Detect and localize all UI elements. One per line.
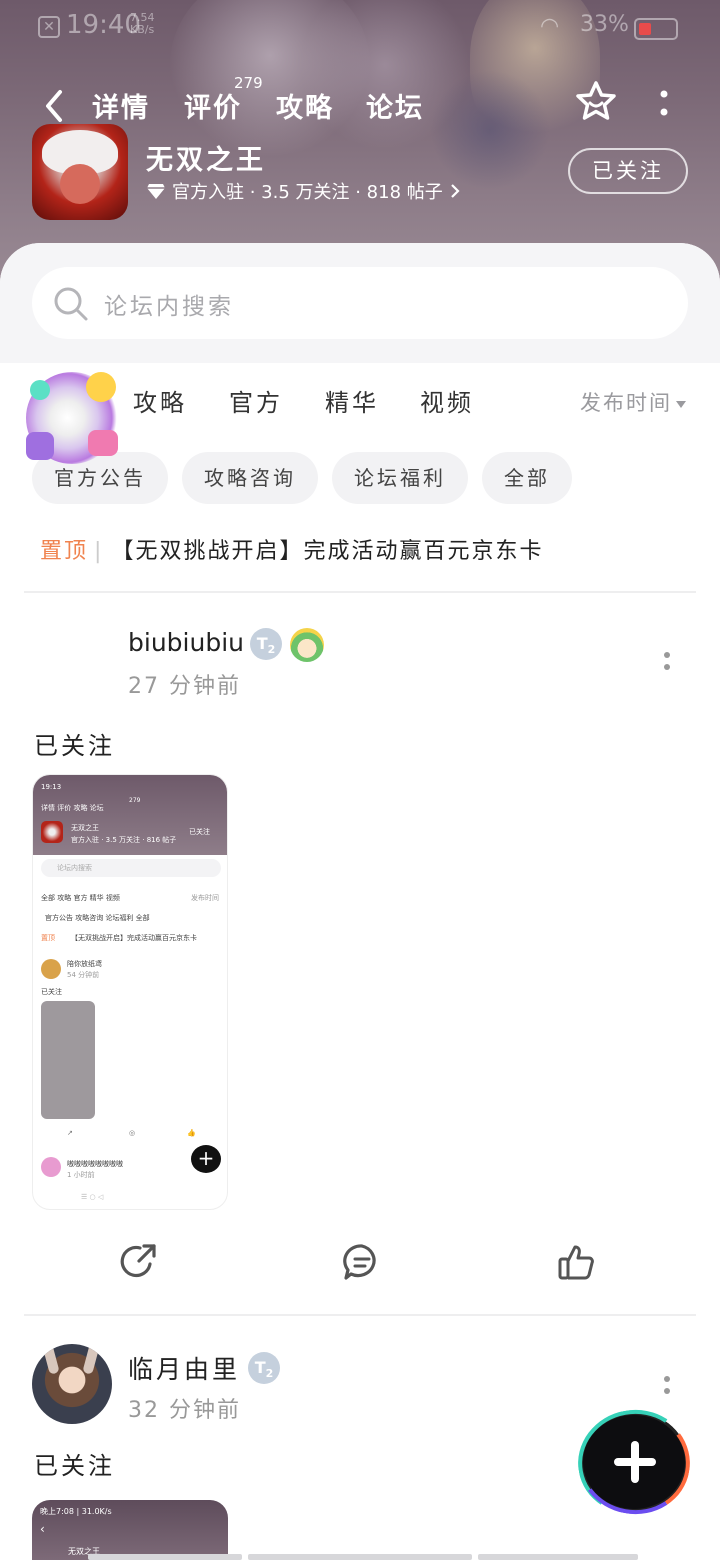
back-icon[interactable] bbox=[40, 88, 70, 124]
status-bar: ✕ 19:40 7.54 KB/s ◠ 33% bbox=[0, 0, 720, 56]
post-text: 已关注 bbox=[34, 1452, 115, 1480]
pinned-separator: | bbox=[94, 539, 104, 564]
filter-official[interactable]: 官方 bbox=[229, 383, 283, 418]
chip-all[interactable]: 全部 bbox=[482, 452, 572, 504]
post-actions bbox=[0, 1234, 720, 1294]
search-area: 论坛内搜索 bbox=[0, 243, 720, 363]
new-post-button[interactable] bbox=[569, 1401, 699, 1523]
scroll-indicator bbox=[478, 1554, 638, 1560]
game-title: 无双之王 bbox=[146, 145, 266, 176]
level-badge-icon: T2 bbox=[248, 1352, 280, 1384]
filter-video[interactable]: 视频 bbox=[420, 383, 474, 418]
tab-details[interactable]: 详情 bbox=[92, 86, 150, 125]
tab-guides[interactable]: 攻略 bbox=[276, 86, 334, 125]
post-text: 已关注 bbox=[34, 732, 115, 760]
post-time: 27 分钟前 bbox=[128, 674, 241, 699]
post-more-icon[interactable] bbox=[662, 1374, 672, 1402]
tab-forum[interactable]: 论坛 bbox=[364, 86, 426, 131]
filter-guides[interactable]: 攻略 bbox=[133, 383, 187, 418]
follow-button[interactable]: 已关注 bbox=[568, 148, 688, 194]
more-vertical-icon[interactable] bbox=[652, 86, 676, 122]
chip-forum-benefits[interactable]: 论坛福利 bbox=[332, 452, 468, 504]
post-more-icon[interactable] bbox=[662, 650, 672, 678]
caret-down-icon bbox=[676, 400, 686, 408]
reviews-count-badge: 279 bbox=[234, 74, 263, 92]
post-username[interactable]: biubiubiu bbox=[128, 628, 244, 657]
sort-label: 发布时间 bbox=[580, 391, 672, 415]
game-meta-text: 官方入驻 · 3.5 万关注 · 818 帖子 bbox=[172, 182, 443, 203]
wifi-icon: ◠ bbox=[540, 14, 560, 39]
top-nav: 详情 评价 279 攻略 论坛 bbox=[0, 74, 720, 131]
net-speed: 7.54 KB/s bbox=[130, 11, 155, 36]
diamond-icon bbox=[147, 184, 165, 199]
medal-icon bbox=[290, 628, 324, 662]
chevron-right-icon bbox=[450, 184, 460, 198]
pinned-tag: 置顶 bbox=[40, 539, 89, 564]
game-icon bbox=[32, 124, 128, 220]
level-badge-icon: T2 bbox=[250, 628, 282, 660]
filter-featured[interactable]: 精华 bbox=[325, 383, 379, 418]
divider bbox=[24, 1314, 696, 1316]
post-time: 32 分钟前 bbox=[128, 1398, 241, 1423]
divider bbox=[24, 591, 696, 593]
chip-guide-consult[interactable]: 攻略咨询 bbox=[182, 452, 318, 504]
pinned-post[interactable]: 置顶 | 【无双挑战开启】完成活动赢百元京东卡 bbox=[40, 533, 543, 565]
game-meta-link[interactable]: 官方入驻 · 3.5 万关注 · 818 帖子 bbox=[146, 178, 461, 204]
post-image[interactable]: 晚上7:08 | 31.0K/s ‹ 无双之王 bbox=[32, 1500, 228, 1560]
pinned-title: 【无双挑战开启】完成活动赢百元京东卡 bbox=[111, 539, 544, 564]
post-username[interactable]: 临月由里 bbox=[128, 1350, 240, 1386]
search-placeholder: 论坛内搜索 bbox=[104, 294, 234, 320]
avatar[interactable] bbox=[26, 372, 118, 464]
notification-icon: ✕ bbox=[38, 16, 60, 38]
scroll-indicator bbox=[248, 1554, 472, 1560]
avatar[interactable] bbox=[32, 1344, 112, 1424]
category-chips: 官方公告 攻略咨询 论坛福利 全部 bbox=[32, 452, 572, 504]
sort-dropdown[interactable]: 发布时间 bbox=[580, 387, 686, 417]
like-icon[interactable] bbox=[556, 1242, 596, 1282]
star-face-icon[interactable] bbox=[574, 80, 618, 124]
scroll-indicator bbox=[88, 1554, 242, 1560]
battery-icon bbox=[634, 18, 678, 40]
search-input[interactable]: 论坛内搜索 bbox=[32, 267, 688, 339]
share-icon[interactable] bbox=[120, 1242, 160, 1282]
battery-percent: 33% bbox=[580, 12, 629, 37]
tab-forum-label: 论坛 bbox=[366, 93, 424, 124]
comment-icon[interactable] bbox=[342, 1242, 382, 1282]
post-image[interactable]: 19:13 详情 评价 攻略 论坛 279 无双之王 已关注 官方入驻 · 3.… bbox=[32, 774, 228, 1210]
search-icon bbox=[54, 287, 88, 321]
